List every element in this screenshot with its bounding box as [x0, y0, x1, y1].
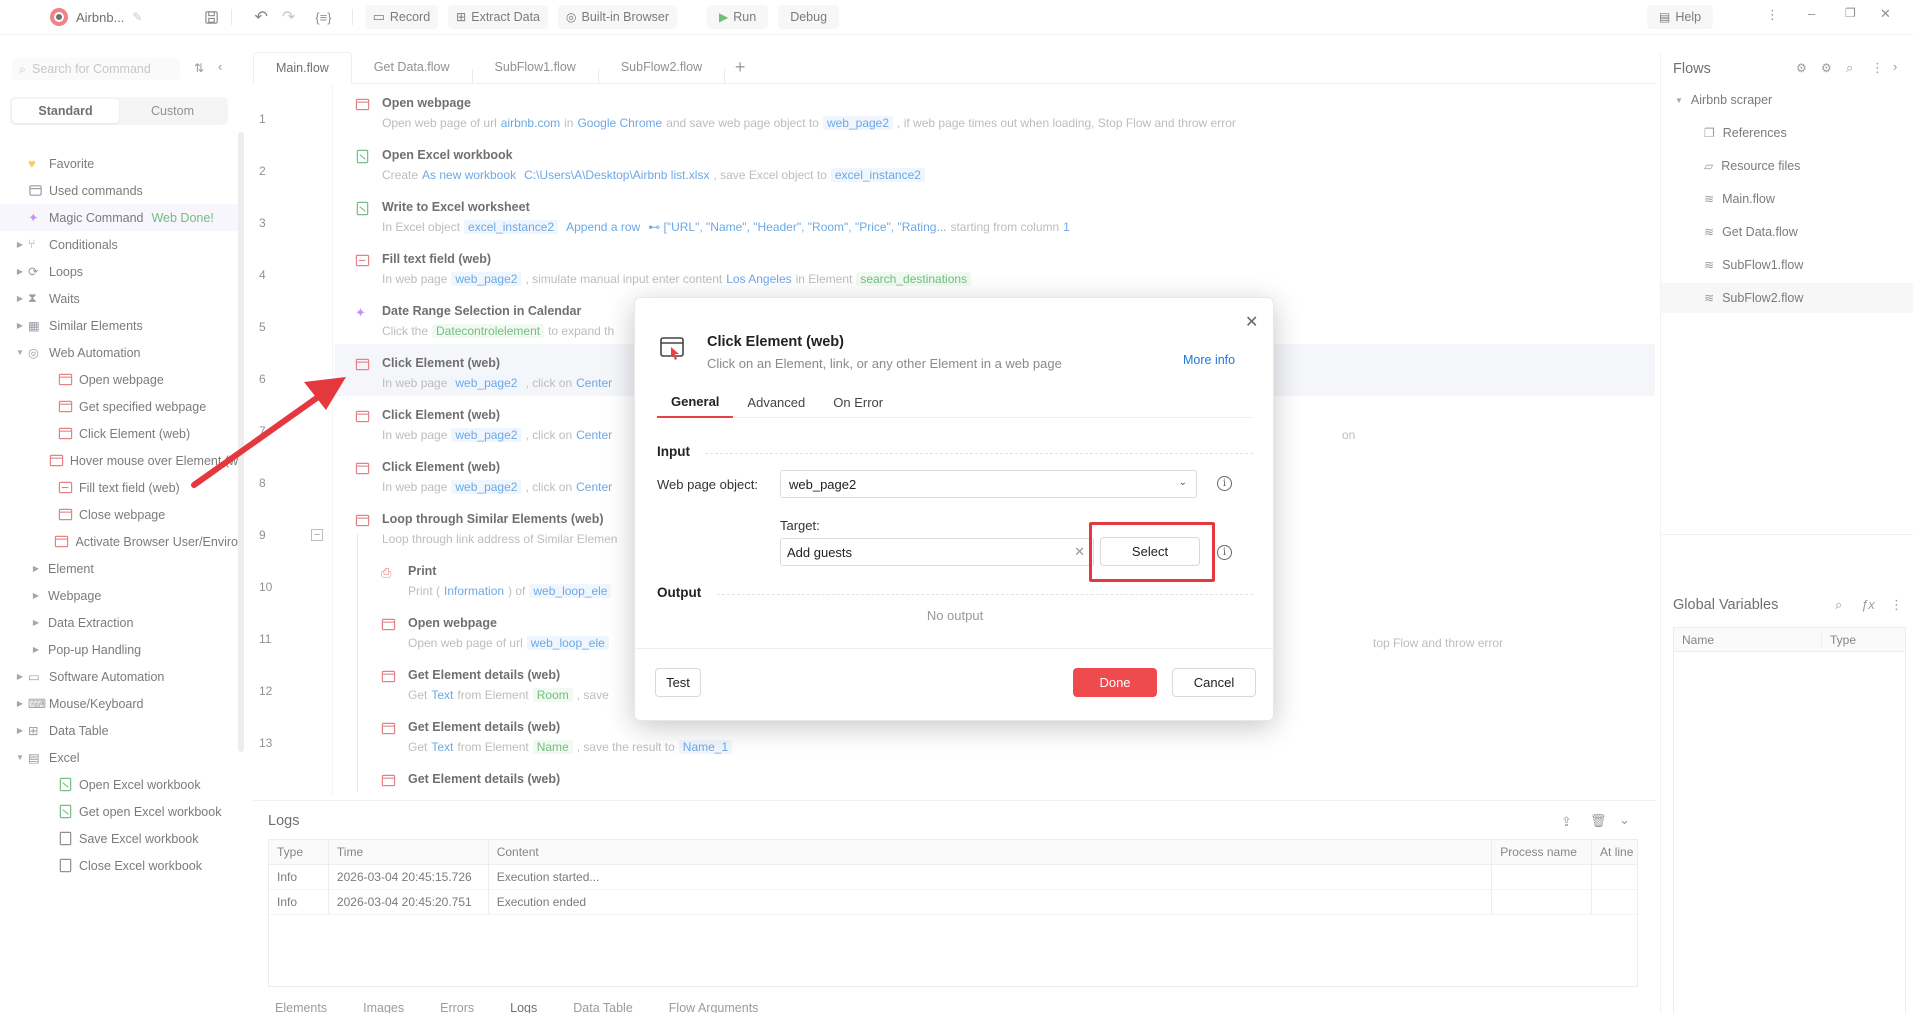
info-icon[interactable]: i	[1217, 476, 1232, 491]
divider	[705, 453, 1253, 454]
target-input[interactable]: Add guests ✕	[780, 538, 1094, 566]
dialog-title: Click Element (web)	[707, 334, 844, 350]
click-element-icon	[659, 334, 687, 362]
webpage-object-select[interactable]: web_page2 ⌄	[780, 470, 1197, 498]
chevron-down-icon: ⌄	[1178, 477, 1187, 488]
dialog-tabs: General Advanced On Error	[657, 386, 1253, 418]
done-button[interactable]: Done	[1073, 668, 1157, 697]
test-button[interactable]: Test	[655, 668, 701, 697]
tab-on-error[interactable]: On Error	[819, 386, 897, 418]
dialog-subtitle: Click on an Element, link, or any other …	[707, 356, 1062, 371]
divider	[717, 594, 1253, 595]
click-element-dialog: Click Element (web) Click on an Element,…	[634, 297, 1275, 721]
no-output-text: No output	[926, 608, 984, 623]
close-icon[interactable]: ✕	[1245, 312, 1258, 332]
tab-general[interactable]: General	[657, 386, 734, 418]
info-icon[interactable]: i	[1217, 545, 1232, 560]
tab-advanced[interactable]: Advanced	[733, 386, 819, 418]
divider	[635, 648, 1275, 649]
input-section-title: Input	[657, 444, 690, 459]
cancel-button[interactable]: Cancel	[1172, 668, 1256, 697]
output-section-title: Output	[657, 585, 702, 600]
target-label: Target:	[780, 518, 820, 533]
clear-icon[interactable]: ✕	[1074, 544, 1085, 560]
webpage-object-label: Web page object:	[657, 477, 758, 492]
highlight-annotation	[1089, 522, 1215, 582]
more-info-link[interactable]: More info	[1183, 353, 1235, 367]
